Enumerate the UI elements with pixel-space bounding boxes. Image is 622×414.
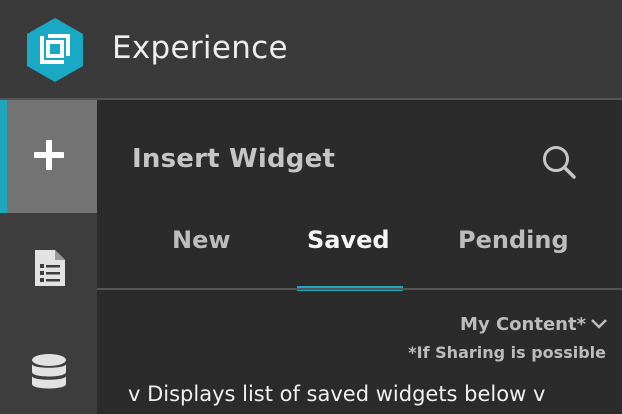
app-header: Experience xyxy=(0,0,622,100)
tab-saved[interactable]: Saved xyxy=(307,226,390,254)
tab-pending[interactable]: Pending xyxy=(458,226,569,254)
search-button[interactable] xyxy=(541,144,577,180)
insert-widget-button[interactable] xyxy=(0,100,97,213)
tab-new[interactable]: New xyxy=(172,226,231,254)
content-filter-label: My Content* xyxy=(460,314,586,335)
search-icon xyxy=(541,146,577,184)
database-icon xyxy=(31,354,67,398)
plus-icon xyxy=(33,139,65,175)
experience-logo-icon[interactable] xyxy=(24,16,86,84)
insert-widget-panel: Insert Widget New Saved Pending My Conte… xyxy=(97,100,622,414)
saved-list-hint: v Displays list of saved widgets below v xyxy=(128,382,546,406)
sharing-note: *If Sharing is possible xyxy=(408,343,606,362)
tabs-divider xyxy=(97,288,622,290)
data-button[interactable] xyxy=(0,326,97,414)
side-toolbar xyxy=(0,100,97,414)
page-list-button[interactable] xyxy=(0,213,97,326)
panel-title: Insert Widget xyxy=(132,144,336,174)
document-list-icon xyxy=(33,249,65,290)
widget-tabs: New Saved Pending xyxy=(97,218,622,291)
content-filter-dropdown[interactable]: My Content* xyxy=(460,314,608,335)
app-title: Experience xyxy=(112,30,288,66)
chevron-down-icon xyxy=(590,314,608,335)
